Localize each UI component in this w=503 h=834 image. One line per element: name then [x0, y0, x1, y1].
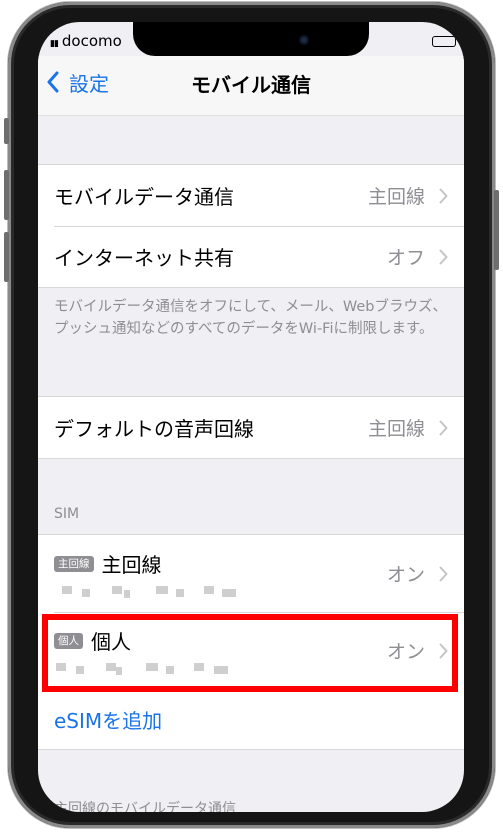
volume-down-button	[4, 232, 9, 282]
battery-icon	[432, 36, 456, 47]
signal-icon: ▮▮	[50, 39, 59, 49]
page-title: モバイル通信	[191, 73, 311, 97]
navigation-bar: 設定 モバイル通信	[38, 56, 464, 116]
chevron-right-icon	[439, 420, 448, 435]
chevron-right-icon	[439, 249, 448, 264]
power-button	[494, 190, 499, 270]
redacted-phone-number	[54, 583, 244, 598]
row-label: デフォルトの音声回線	[54, 417, 254, 441]
chevron-right-icon	[439, 188, 448, 203]
carrier-name: docomo	[61, 32, 122, 50]
row-label: インターネット共有	[54, 246, 234, 270]
sim-line-primary-row[interactable]: 主回線 主回線 オン	[38, 535, 464, 612]
volume-up-button	[4, 170, 9, 220]
silent-switch	[4, 118, 9, 144]
row-value: 主回線	[367, 418, 425, 440]
voice-group: デフォルトの音声回線 主回線	[38, 396, 464, 459]
row-value: 主回線	[367, 186, 425, 208]
sim-badge: 主回線	[54, 555, 94, 572]
add-esim-button[interactable]: eSIMを追加	[38, 689, 464, 750]
sim-line-name: 主回線	[101, 553, 162, 577]
row-label: モバイルデータ通信	[54, 185, 234, 209]
chevron-right-icon	[439, 566, 448, 581]
highlight-box	[42, 614, 458, 692]
screen: ▮▮ docomo 設定 モバイル通信 モバイルデータ通信 主回線 インターネット…	[38, 22, 464, 812]
sim-status: オン	[386, 564, 425, 586]
data-footer-note: モバイルデータ通信をオフにして、メール、Webブラウズ、プッシュ通知などのすべて…	[54, 299, 447, 337]
carrier-indicator: ▮▮ docomo	[50, 32, 122, 50]
notch	[133, 22, 369, 56]
personal-hotspot-row[interactable]: インターネット共有 オフ	[38, 226, 464, 287]
cellular-data-row[interactable]: モバイルデータ通信 主回線	[38, 165, 464, 226]
camera-icon	[299, 35, 309, 45]
data-settings-group: モバイルデータ通信 主回線 インターネット共有 オフ	[38, 164, 464, 288]
row-value: オフ	[386, 247, 425, 269]
cellular-data-section-header: 主回線のモバイルデータ通信	[54, 801, 236, 812]
sim-section-header: SIM	[54, 506, 80, 522]
default-voice-line-row[interactable]: デフォルトの音声回線 主回線	[38, 397, 464, 458]
